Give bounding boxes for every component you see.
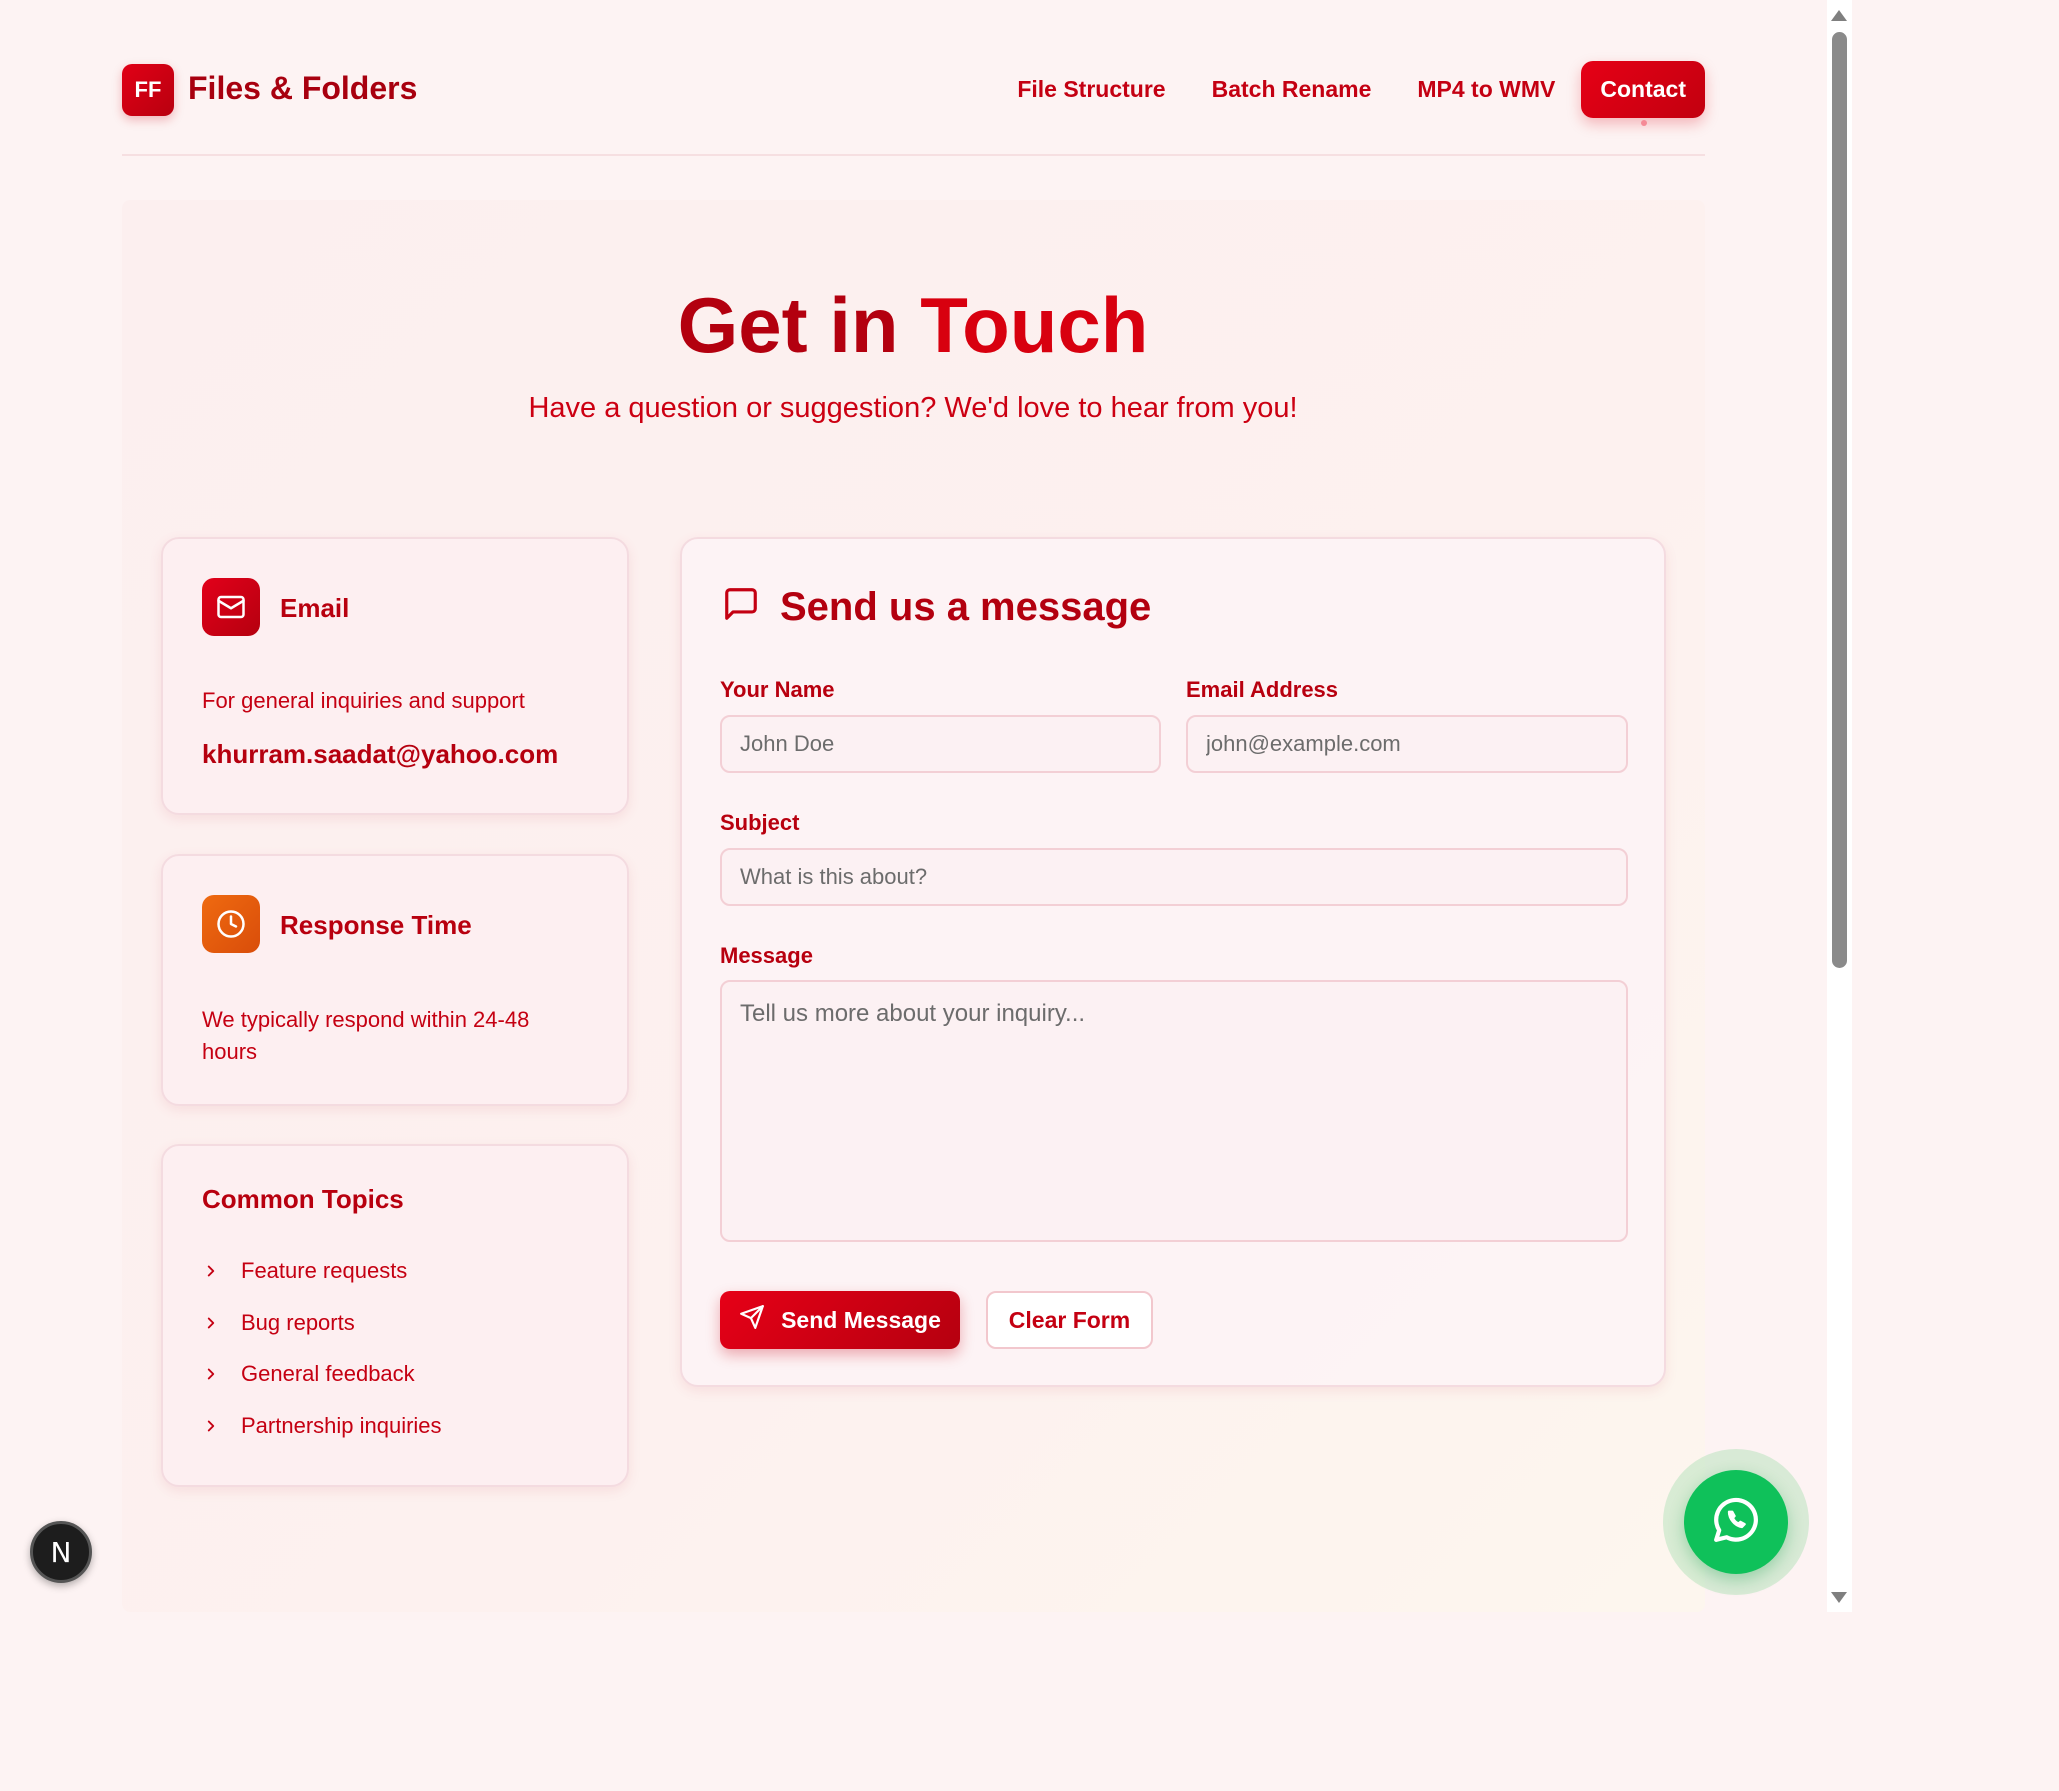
contact-email-link[interactable]: khurram.saadat@yahoo.com — [202, 739, 558, 770]
subject-input[interactable] — [720, 848, 1628, 906]
message-textarea[interactable] — [720, 980, 1628, 1242]
scroll-down-arrow[interactable] — [1831, 1592, 1847, 1603]
vertical-scrollbar[interactable] — [1827, 0, 1852, 1612]
main-nav: File Structure Batch Rename MP4 to WMV C… — [971, 61, 1705, 118]
nav-batch-rename[interactable]: Batch Rename — [1212, 62, 1372, 117]
clear-form-button[interactable]: Clear Form — [986, 1291, 1153, 1349]
email-input[interactable] — [1186, 715, 1628, 773]
send-message-label: Send Message — [781, 1306, 941, 1333]
browser-viewport: FF Files & Folders File Structure Batch … — [0, 0, 1852, 1612]
clock-icon — [202, 895, 260, 953]
topic-label: General feedback — [241, 1361, 415, 1386]
response-time-line2: hours — [202, 1039, 258, 1064]
chevron-right-icon — [202, 1314, 241, 1332]
email-card: Email For general inquiries and support … — [161, 537, 629, 815]
topic-label: Feature requests — [241, 1258, 408, 1283]
topic-item[interactable]: Bug reports — [202, 1308, 355, 1338]
message-label: Message — [720, 943, 813, 968]
email-label: Email Address — [1186, 677, 1339, 702]
name-label: Your Name — [720, 677, 835, 702]
response-time-title: Response Time — [280, 910, 472, 940]
chevron-right-icon — [202, 1262, 241, 1280]
topic-label: Bug reports — [241, 1310, 355, 1335]
brand-name[interactable]: Files & Folders — [188, 70, 417, 107]
site-header: FF Files & Folders File Structure Batch … — [122, 54, 1705, 156]
response-time-card: Response Time We typically respond withi… — [161, 854, 629, 1106]
topic-label: Partnership inquiries — [241, 1413, 442, 1438]
form-title: Send us a message — [780, 585, 1152, 629]
nav-mp4-to-wmv[interactable]: MP4 to WMV — [1417, 62, 1555, 117]
nextjs-dev-badge[interactable]: N — [30, 1521, 92, 1583]
contact-form: Send us a message Your Name Email Addres… — [680, 537, 1666, 1387]
whatsapp-icon — [1708, 1492, 1764, 1553]
topic-item[interactable]: General feedback — [202, 1359, 415, 1389]
page-subtitle: Have a question or suggestion? We'd love… — [528, 392, 1298, 424]
scroll-up-arrow[interactable] — [1831, 10, 1847, 21]
active-nav-indicator — [1641, 120, 1647, 126]
send-message-button[interactable]: Send Message — [720, 1291, 960, 1349]
name-input[interactable] — [720, 715, 1161, 773]
nav-file-structure[interactable]: File Structure — [1017, 62, 1165, 117]
whatsapp-button[interactable] — [1684, 1470, 1788, 1574]
mail-icon — [202, 578, 260, 636]
common-topics-title: Common Topics — [202, 1184, 404, 1214]
logo-badge[interactable]: FF — [122, 64, 174, 116]
subject-label: Subject — [720, 810, 800, 835]
email-card-description: For general inquiries and support — [202, 688, 525, 713]
email-card-title: Email — [280, 593, 350, 623]
topic-item[interactable]: Partnership inquiries — [202, 1411, 442, 1441]
response-time-line1: We typically respond within 24-48 — [202, 1007, 530, 1032]
page-title: Get in Touch — [0, 280, 1826, 371]
chevron-right-icon — [202, 1417, 241, 1435]
nav-contact[interactable]: Contact — [1581, 61, 1705, 118]
page-title-accent: Touch — [920, 281, 1149, 369]
chevron-right-icon — [202, 1365, 241, 1383]
topic-item[interactable]: Feature requests — [202, 1256, 407, 1286]
message-square-icon — [722, 585, 760, 628]
common-topics-card: Common Topics Feature requests Bug repor… — [161, 1144, 629, 1487]
page-title-part1: Get in — [677, 281, 921, 369]
scrollbar-thumb[interactable] — [1832, 32, 1847, 968]
response-time-text: We typically respond within 24-48 hours — [202, 1004, 529, 1068]
send-icon — [739, 1304, 781, 1336]
